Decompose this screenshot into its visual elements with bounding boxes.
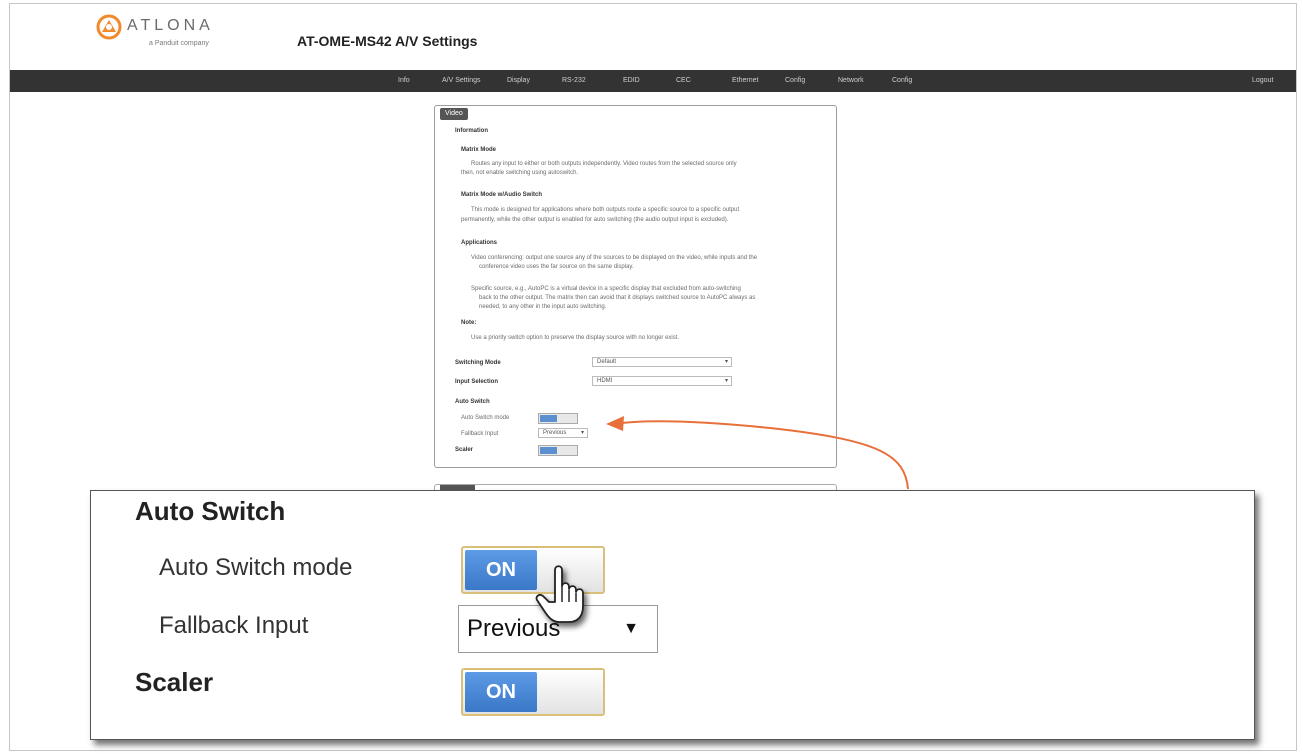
zoom-callout: Auto Switch Auto Switch mode ON Fallback…: [90, 490, 1255, 740]
note-text: Use a priority switch option to preserve…: [471, 335, 680, 341]
toggle-on-state: ON: [465, 672, 537, 712]
zoom-scaler-label: Scaler: [135, 667, 214, 697]
application-2a: Specific source, e.g., AutoPC is a virtu…: [471, 286, 741, 292]
matrix-sub-text: This mode is designed for applications w…: [471, 207, 740, 213]
zoom-auto-switch-mode-label: Auto Switch mode: [159, 554, 353, 581]
hand-cursor-icon: [535, 565, 584, 623]
scaler-toggle[interactable]: ON: [461, 668, 605, 716]
nav-info[interactable]: Info: [398, 77, 410, 84]
switching-mode-label: Switching Mode: [455, 360, 501, 366]
fallback-input-value: Previous: [543, 430, 567, 436]
switching-mode-value: Default: [597, 359, 617, 365]
application-1b: conference video uses the far source on …: [479, 264, 634, 270]
page: ATLONA a Panduit company AT-OME-MS42 A/V…: [0, 0, 1303, 754]
auto-switch-label: Auto Switch: [455, 399, 490, 405]
atlona-logo: ATLONA a Panduit company: [94, 14, 284, 54]
brand-name: ATLONA: [127, 17, 214, 34]
video-panel: Video Information Matrix Mode Routes any…: [434, 105, 837, 468]
matrix-sub-text-2: permanently, while the other output is e…: [461, 217, 729, 223]
top-navbar: Info A/V Settings Display RS-232 EDID CE…: [10, 70, 1296, 92]
nav-config-2[interactable]: Config: [892, 77, 912, 84]
nav-display[interactable]: Display: [507, 77, 530, 84]
auto-switch-mode-label: Auto Switch mode: [461, 415, 510, 421]
zoom-fallback-input-label: Fallback Input: [159, 612, 309, 639]
zoom-auto-switch-heading: Auto Switch: [135, 496, 286, 526]
nav-rs232[interactable]: RS-232: [562, 77, 586, 84]
applications-heading: Applications: [461, 240, 498, 246]
nav-logout[interactable]: Logout: [1252, 77, 1273, 84]
atlona-mark-icon: [96, 14, 122, 40]
toggle-on-indicator: [540, 415, 557, 422]
nav-config[interactable]: Config: [785, 77, 805, 84]
chevron-down-icon: ▾: [724, 378, 728, 384]
nav-cec[interactable]: CEC: [676, 77, 691, 84]
brand-subtitle: a Panduit company: [149, 40, 209, 47]
fallback-input-select-small[interactable]: Previous ▾: [538, 428, 588, 438]
matrix-sub-title: Matrix Mode w/Audio Switch: [461, 192, 543, 198]
nav-edid[interactable]: EDID: [623, 77, 640, 84]
chevron-down-icon: ▾: [724, 359, 728, 365]
input-selection-label: Input Selection: [455, 379, 499, 385]
input-selection-value: HDMI: [597, 378, 613, 384]
application-1a: Video conferencing: output one source an…: [471, 255, 758, 261]
chevron-down-icon: ▾: [580, 430, 584, 436]
note-heading: Note:: [461, 320, 477, 326]
nav-av-settings[interactable]: A/V Settings: [442, 77, 481, 84]
scaler-label: Scaler: [455, 447, 474, 453]
nav-ethernet[interactable]: Ethernet: [732, 77, 758, 84]
video-tab[interactable]: Video: [440, 108, 468, 120]
fallback-input-label: Fallback Input: [461, 431, 499, 437]
matrix-mode-text-2: then, not enable switching using autoswi…: [461, 170, 579, 176]
chevron-down-icon: ▼: [623, 620, 639, 637]
nav-network[interactable]: Network: [838, 77, 864, 84]
input-selection-select[interactable]: HDMI ▾: [592, 376, 732, 386]
toggle-on-indicator: [540, 447, 557, 454]
application-2b: back to the other output. The matrix the…: [479, 295, 756, 301]
scaler-toggle-small[interactable]: [538, 445, 578, 456]
auto-switch-mode-toggle-small[interactable]: [538, 413, 578, 424]
page-title: AT-OME-MS42 A/V Settings: [297, 33, 478, 49]
matrix-mode-text: Routes any input to either or both outpu…: [471, 161, 737, 167]
matrix-mode-title: Matrix Mode: [461, 147, 497, 153]
information-heading: Information: [455, 128, 488, 134]
application-2c: needed, to any other in the input auto s…: [479, 304, 607, 310]
switching-mode-select[interactable]: Default ▾: [592, 357, 732, 367]
